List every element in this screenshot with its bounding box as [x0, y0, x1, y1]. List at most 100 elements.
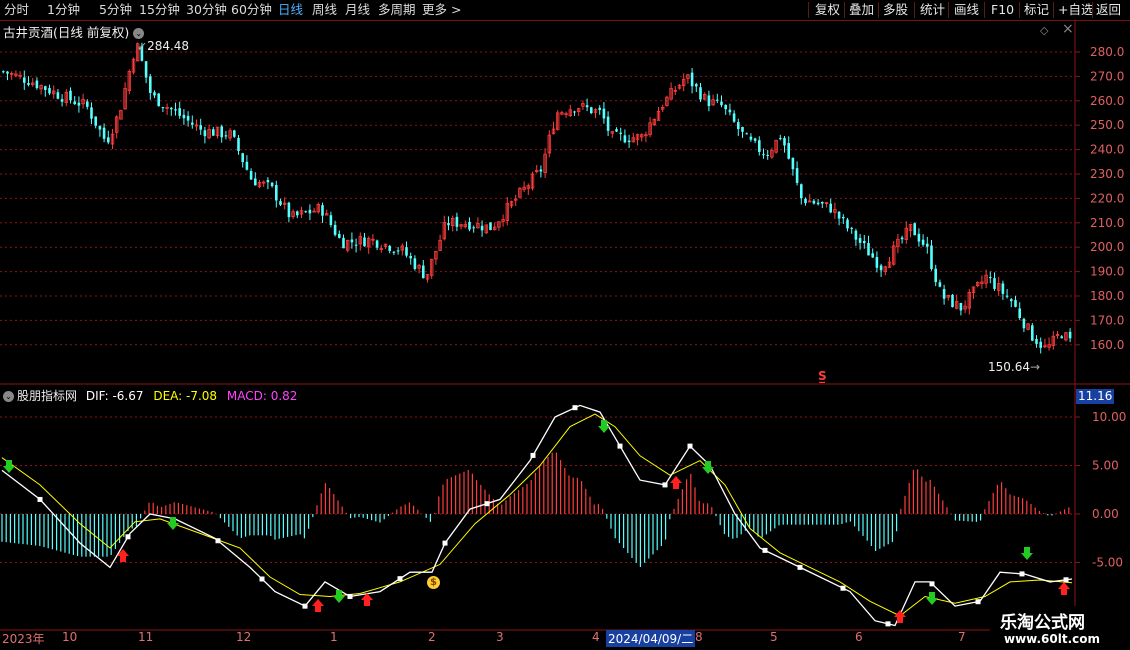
candle-body-down [863, 240, 866, 244]
candle-body-down [254, 178, 257, 186]
candle-body-down [107, 137, 110, 143]
candle-body-down [329, 215, 333, 226]
candle-body-down [2, 71, 5, 73]
candle-body-down [392, 251, 396, 253]
candle-body-down [308, 209, 312, 214]
candle-body-down [199, 125, 202, 130]
candle-body-down [858, 238, 862, 243]
macd-lines [1, 404, 1073, 627]
sell-arrow-icon [1021, 547, 1033, 560]
candle-body-down [741, 126, 744, 132]
candle-body-down [388, 245, 391, 251]
candle-body-down [1035, 338, 1038, 344]
candle-body-down [816, 202, 820, 205]
candle-body-down [1031, 325, 1034, 341]
candle-body-down [758, 140, 761, 152]
date-label: 12 [236, 630, 252, 644]
candle-body-down [296, 211, 299, 216]
price-tick-label: 240.0 [1090, 143, 1124, 157]
candle-body-down [98, 126, 102, 130]
stock-chart[interactable]: 280.0270.0260.0250.0240.0230.0220.0210.0… [0, 0, 1130, 650]
macd-tick-label: 5.00 [1092, 459, 1119, 473]
watermark: 乐淘公式网 www.60lt.com [990, 606, 1130, 650]
candle-body-down [720, 101, 723, 106]
candle-body-down [619, 132, 622, 134]
candle-body-down [237, 137, 240, 151]
candle-body-down [409, 255, 412, 259]
current-value-badge: 11.16 [1076, 389, 1114, 404]
dif-marker [347, 593, 353, 599]
candle-body-down [144, 61, 148, 78]
dif-marker [125, 534, 131, 540]
candle-body-down [1010, 299, 1013, 302]
candle-body-down [800, 184, 803, 199]
candle-body-down [245, 161, 249, 170]
candle-body-down [707, 95, 711, 107]
candle-body-down [787, 143, 790, 159]
date-label: 3 [496, 630, 504, 644]
candle-body-down [304, 211, 307, 213]
dif-marker [617, 443, 623, 449]
high-price-value: 284.48 [147, 39, 190, 53]
dif-marker [797, 564, 803, 570]
candle-body-down [102, 127, 106, 139]
candle-body-down [153, 92, 156, 96]
price-tick-label: 230.0 [1090, 167, 1124, 181]
candle-body-down [287, 202, 291, 218]
candle-body-down [573, 111, 576, 113]
candle-body-down [455, 216, 459, 227]
date-label: 5 [770, 630, 778, 644]
candle-body-down [1001, 283, 1005, 294]
candle-body-down [871, 253, 874, 258]
price-tick-label: 210.0 [1090, 216, 1124, 230]
coin-icon: $ [427, 576, 440, 589]
candle-body-down [338, 234, 341, 238]
date-label: 1 [330, 630, 338, 644]
candle-body-down [795, 168, 799, 183]
candle-body-down [77, 102, 81, 106]
candle-body-down [233, 130, 236, 137]
candle-body-down [938, 282, 942, 287]
candle-body-down [350, 239, 354, 243]
candle-body-down [749, 136, 753, 140]
candle-body-down [191, 122, 194, 125]
sell-signal-marker: S̲ [818, 369, 827, 383]
candle-body-down [266, 179, 270, 183]
candle-body-down [27, 83, 30, 85]
candle-body-down [1039, 341, 1042, 348]
candle-body-down [270, 182, 274, 187]
candle-body-down [821, 202, 824, 204]
macd-tick-label: -5.00 [1092, 556, 1123, 570]
price-axis-ticks: 280.0 270.0 260.0 250.0 240.0 230.0 220.0 210.0… [1075, 45, 1124, 352]
candle-body-down [951, 294, 954, 308]
chevron-down-icon[interactable]: ⌄ [3, 391, 14, 402]
candle-body-down [837, 211, 841, 219]
candle-body-down [539, 169, 543, 172]
low-price-value: 150.64 [988, 360, 1030, 374]
candle-body-down [590, 107, 593, 114]
chevron-down-icon[interactable]: ⌄ [133, 28, 145, 39]
candle-body-down [1018, 308, 1021, 319]
candle-body-down [900, 237, 904, 240]
diamond-icon[interactable]: ◇ [1040, 24, 1048, 37]
candle-body-down [86, 101, 89, 107]
candle-body-down [791, 157, 795, 170]
date-label: 2023年 [2, 632, 45, 646]
candle-body-down [606, 116, 610, 131]
candle-body-down [762, 154, 765, 156]
sell-arrow-icon [3, 460, 15, 473]
price-tick-label: 280.0 [1090, 45, 1124, 59]
dif-marker [397, 576, 403, 582]
candle-body-down [178, 108, 181, 116]
dif-marker [484, 501, 490, 507]
date-label: 2 [428, 630, 436, 644]
candle-body-down [959, 302, 963, 311]
candle-body-down [56, 92, 60, 99]
candle-body-down [623, 135, 627, 143]
candle-body-down [724, 104, 727, 110]
buy-arrow-icon [894, 610, 906, 623]
watermark-url: www.60lt.com [1004, 632, 1101, 646]
close-icon[interactable]: × [1062, 21, 1074, 37]
price-tick-label: 200.0 [1090, 240, 1124, 254]
candle-body-down [989, 277, 992, 279]
